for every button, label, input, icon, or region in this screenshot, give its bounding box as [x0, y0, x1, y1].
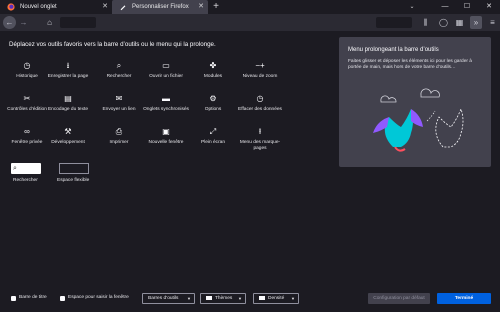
tool-email-link[interactable]: ✉ Envoyer un lien [96, 94, 142, 113]
chevron-down-icon: ▼ [187, 296, 191, 301]
navigation-toolbar: ← → ⌂ ⫼ ◯ ▦ » ≡ [0, 14, 500, 31]
overflow-menu-panel[interactable]: Menu prolongeant la barre d’outils Faite… [339, 37, 491, 167]
hamburger-menu-icon[interactable]: ≡ [486, 16, 499, 29]
tab-customize-firefox[interactable]: Personnaliser Firefox ✕ [112, 0, 208, 14]
private-window-icon: ∞ [24, 127, 30, 136]
forget-icon: ◷ [256, 94, 264, 103]
restore-defaults-button[interactable]: Configuration par défaut [368, 293, 430, 304]
window-controls: — ☐ ✕ [434, 0, 500, 14]
flexible-space-label: Espace flexible [57, 178, 90, 183]
theme-icon [206, 295, 212, 300]
title-bar-checkbox[interactable] [11, 296, 16, 301]
done-button[interactable]: Terminé [437, 293, 491, 304]
themes-dropdown[interactable]: Thèmes ▼ [200, 293, 246, 304]
print-icon: ⎙ [115, 127, 123, 136]
customize-footer: Barre de titre Espace pour saisir la fen… [0, 286, 500, 312]
overflow-menu-icon[interactable]: » [470, 16, 482, 29]
chevron-down-icon: ▼ [291, 296, 295, 301]
open-file-icon: ▭ [162, 61, 170, 70]
tab-title: Personnaliser Firefox [132, 4, 189, 10]
tool-fullscreen[interactable]: ⤢ Plein écran [190, 127, 236, 146]
drag-illustration-icon [373, 88, 464, 152]
customize-heading: Déplacez vos outils favoris vers la barr… [9, 41, 216, 48]
tool-bookmarks-menu[interactable]: ⭱ Menu des marque-pages [237, 127, 283, 152]
synced-tabs-icon: ▬ [162, 94, 170, 103]
edit-controls-icon: ✂ [23, 94, 31, 103]
account-icon[interactable]: ◯ [437, 16, 450, 29]
puzzle-icon: ✤ [209, 61, 217, 70]
tool-text-encoding[interactable]: ▤ Encodage du texte [45, 94, 91, 113]
home-icon[interactable]: ⌂ [43, 16, 56, 29]
search-widget-label: Rechercher [13, 178, 38, 183]
text-encoding-icon: ▤ [64, 94, 72, 103]
tab-title: Nouvel onglet [20, 4, 57, 10]
fullscreen-icon: ⤢ [209, 127, 217, 136]
title-bar-label: Barre de titre [19, 295, 47, 300]
search-icon: ⌕ [13, 165, 17, 172]
toolbars-dropdown[interactable]: Barres d’outils ▼ [142, 293, 195, 304]
firefox-icon [7, 3, 15, 11]
tool-private-window[interactable]: ∞ Fenêtre privée [4, 127, 50, 146]
zoom-icon: −+ [255, 61, 265, 70]
overflow-panel-description: Faites glisser et déposer les éléments i… [348, 59, 472, 70]
tool-new-window[interactable]: ▣ Nouvelle fenêtre [143, 127, 189, 146]
density-icon [259, 295, 265, 300]
list-all-tabs-button[interactable]: ⌄ [405, 0, 419, 14]
email-link-icon: ✉ [115, 94, 123, 103]
tool-options[interactable]: ⚙ Options [190, 94, 236, 113]
toolbar-search-box[interactable] [376, 17, 412, 28]
library-icon[interactable]: ⫼ [419, 16, 432, 29]
tool-open-file[interactable]: ▭ Ouvrir un fichier [143, 61, 189, 80]
tool-developer[interactable]: ⚒ Développement [45, 127, 91, 146]
drag-space-checkbox[interactable] [60, 296, 65, 301]
tab-strip: Nouvel onglet ✕ Personnaliser Firefox ✕ … [0, 0, 500, 14]
tool-find[interactable]: ⌕ Rechercher [96, 61, 142, 80]
chevron-down-icon: ▼ [238, 296, 242, 301]
drag-space-label: Espace pour saisir la fenêtre [68, 295, 129, 300]
tool-addons[interactable]: ✤ Modules [190, 61, 236, 80]
density-dropdown[interactable]: Densité ▼ [253, 293, 299, 304]
forward-arrow-icon[interactable]: → [17, 16, 30, 29]
tool-print[interactable]: ⎙ Imprimer [96, 127, 142, 146]
new-window-icon: ▣ [162, 127, 170, 136]
tab-new-tab[interactable]: Nouvel onglet ✕ [0, 0, 112, 14]
search-bar-widget[interactable]: ⌕ [11, 163, 41, 174]
close-tab-icon[interactable]: ✕ [198, 2, 204, 10]
close-window-button[interactable]: ✕ [478, 0, 500, 14]
save-page-icon: ⭳ [66, 61, 70, 70]
tool-palette: ◷ Historique ⭳ Enregistrer la page ⌕ Rec… [0, 61, 330, 221]
tool-forget[interactable]: ◷ Effacer des données [237, 94, 283, 113]
bookmarks-menu-icon: ⭱ [258, 127, 262, 136]
brush-icon [120, 5, 126, 11]
flexible-space-widget[interactable] [59, 163, 89, 174]
back-arrow-icon[interactable]: ← [3, 16, 16, 29]
tool-edit-controls[interactable]: ✂ Contrôles d’édition [4, 94, 50, 113]
history-icon: ◷ [23, 61, 31, 70]
tool-synced-tabs[interactable]: ▬ Onglets synchronisés [143, 94, 189, 113]
url-bar[interactable] [60, 17, 96, 28]
search-icon: ⌕ [116, 61, 122, 70]
overflow-panel-title: Menu prolongeant la barre d’outils [348, 47, 439, 53]
maximize-button[interactable]: ☐ [456, 0, 478, 14]
tool-save-page[interactable]: ⭳ Enregistrer la page [45, 61, 91, 80]
new-tab-button[interactable]: + [208, 0, 224, 14]
extensions-icon[interactable]: ▦ [453, 16, 466, 29]
close-tab-icon[interactable]: ✕ [102, 2, 108, 10]
minimize-button[interactable]: — [434, 0, 456, 14]
customize-area: Déplacez vos outils favoris vers la barr… [0, 31, 500, 304]
developer-icon: ⚒ [64, 127, 72, 136]
gear-icon: ⚙ [209, 94, 217, 103]
tool-history[interactable]: ◷ Historique [4, 61, 50, 80]
tool-zoom[interactable]: −+ Niveau de zoom [237, 61, 283, 80]
